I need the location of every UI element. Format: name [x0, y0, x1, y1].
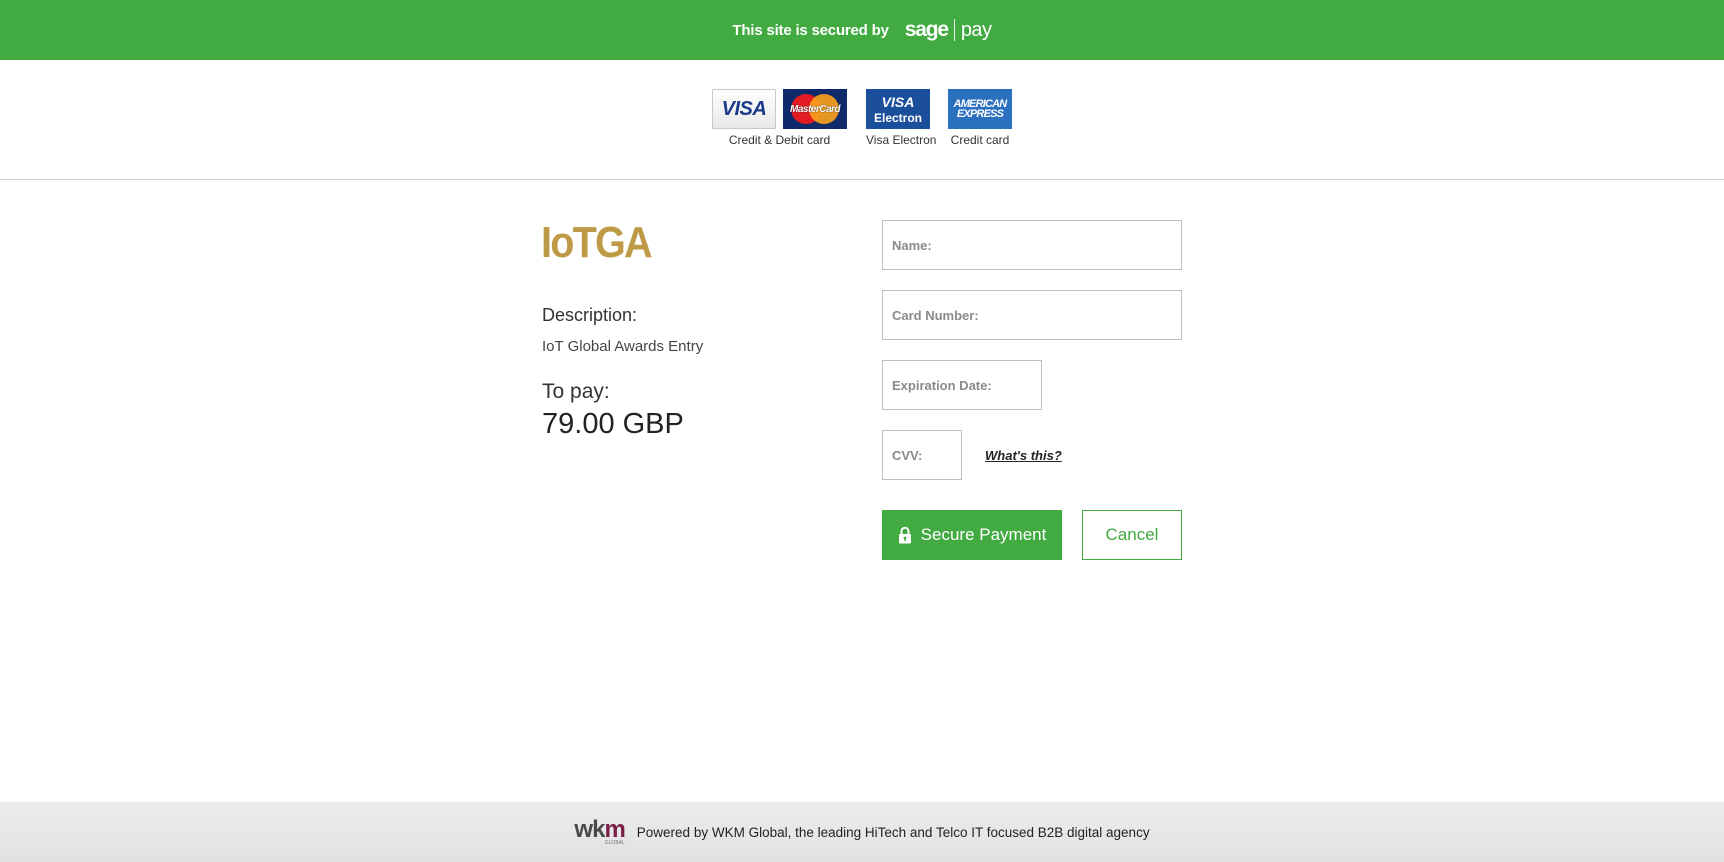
visa-electron-logo-electron: Electron [873, 110, 922, 125]
mastercard-logo-icon: MasterCard [783, 89, 847, 129]
card-group-credit-debit: VISA MasterCard Credit & Debit card [712, 89, 847, 147]
footer: wkm GLOBAL Powered by WKM Global, the le… [0, 802, 1724, 862]
description-value: IoT Global Awards Entry [542, 338, 704, 355]
expiration-date-field[interactable] [882, 360, 1042, 410]
visa-logo-text: VISA [721, 97, 767, 120]
card-caption-credit-debit: Credit & Debit card [728, 133, 831, 147]
secure-banner: This site is secured by sage pay [0, 0, 1724, 60]
cancel-button[interactable]: Cancel [1082, 510, 1182, 560]
amex-logo-line2: EXPRESS [956, 108, 1004, 120]
sagepay-logo-sage: sage [904, 18, 949, 41]
to-pay-label: To pay: [542, 380, 610, 403]
lock-icon [898, 526, 911, 544]
secure-payment-button[interactable]: Secure Payment [882, 510, 1062, 560]
visa-electron-logo-icon: VISA Electron [866, 89, 930, 129]
card-caption-credit: Credit card [950, 133, 1010, 147]
payment-amount: 79.00 GBP [542, 408, 684, 440]
sagepay-logo-pay: pay [960, 18, 992, 41]
card-number-field[interactable] [882, 290, 1182, 340]
card-group-credit: AMERICAN EXPRESS Credit card [948, 89, 1012, 147]
visa-electron-logo-visa: VISA [881, 93, 915, 110]
secured-by-text: This site is secured by [732, 21, 889, 39]
wkm-logo-wk: wk [574, 816, 605, 843]
merchant-logo: IoTGA [541, 218, 653, 267]
mastercard-logo-text: MasterCard [789, 103, 841, 115]
name-field[interactable] [882, 220, 1182, 270]
cvv-field[interactable] [882, 430, 962, 480]
sagepay-logo: sage pay [905, 18, 992, 42]
card-logos-strip: VISA MasterCard Credit & Debit card VISA… [0, 60, 1724, 180]
cancel-label: Cancel [1105, 525, 1159, 544]
cvv-help-link[interactable]: What's this? [985, 448, 1062, 463]
card-group-visa-electron: VISA Electron Visa Electron [866, 89, 936, 147]
card-caption-visa-electron: Visa Electron [866, 133, 937, 147]
wkm-logo-mark: wkm [574, 816, 625, 843]
wkm-logo[interactable]: wkm GLOBAL [574, 816, 625, 846]
wkm-logo-sub: GLOBAL [604, 840, 625, 846]
footer-powered-by: Powered by WKM Global, the leading HiTec… [636, 824, 1150, 840]
description-label: Description: [542, 305, 638, 325]
wkm-logo-m: m [604, 816, 625, 843]
amex-logo-icon: AMERICAN EXPRESS [948, 89, 1012, 129]
sagepay-logo-divider [953, 19, 955, 41]
visa-logo-icon: VISA [712, 89, 776, 129]
secure-payment-label: Secure Payment [920, 525, 1047, 544]
